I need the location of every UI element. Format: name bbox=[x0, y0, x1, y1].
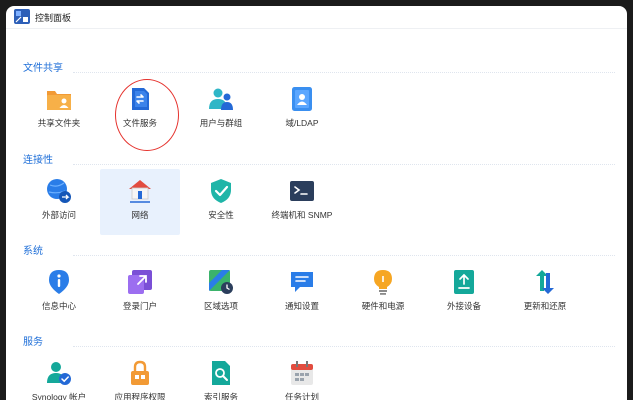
section-divider bbox=[73, 72, 615, 73]
tile-label: 任务计划 bbox=[284, 392, 319, 400]
tile-regional-options[interactable]: 区域选项 bbox=[181, 260, 261, 326]
tile-label: 终端机和 SNMP bbox=[271, 210, 333, 220]
window-title: 控制面板 bbox=[35, 13, 72, 23]
tile-user-group[interactable]: 用户与群组 bbox=[181, 77, 261, 143]
tile-shared-folder[interactable]: 共享文件夹 bbox=[19, 77, 99, 143]
tile-notification[interactable]: 通知设置 bbox=[262, 260, 342, 326]
synology-account-icon bbox=[47, 362, 71, 385]
domain-ldap-icon bbox=[292, 87, 312, 111]
tile-label: 域/LDAP bbox=[285, 118, 319, 128]
regional-options-icon bbox=[209, 270, 233, 294]
tile-security[interactable]: 安全性 bbox=[181, 169, 261, 235]
tile-task-scheduler[interactable]: 任务计划 bbox=[262, 351, 342, 400]
tile-terminal-snmp[interactable]: 终端机和 SNMP bbox=[262, 169, 342, 235]
section-title-file-sharing: 文件共享 bbox=[23, 63, 63, 74]
login-portal-icon bbox=[128, 270, 152, 294]
tile-domain-ldap[interactable]: 域/LDAP bbox=[262, 77, 342, 143]
control-panel-app-icon bbox=[14, 9, 30, 24]
tile-label: 更新和还原 bbox=[523, 301, 567, 311]
network-icon bbox=[129, 180, 151, 203]
title-bar: 控制面板 bbox=[6, 6, 627, 29]
section-title-connectivity: 连接性 bbox=[23, 155, 53, 166]
tile-external-access[interactable]: 外部访问 bbox=[19, 169, 99, 235]
indexing-service-icon bbox=[212, 361, 230, 385]
tile-external-devices[interactable]: 外接设备 bbox=[424, 260, 504, 326]
tile-network[interactable]: 网络 bbox=[100, 169, 180, 235]
highlight-circle-annotation bbox=[115, 79, 179, 151]
info-center-icon bbox=[49, 270, 69, 294]
tile-update-restore[interactable]: 更新和还原 bbox=[505, 260, 585, 326]
section-title-services: 服务 bbox=[23, 337, 43, 348]
terminal-icon bbox=[290, 181, 314, 201]
update-restore-icon bbox=[536, 270, 554, 294]
notification-icon bbox=[291, 272, 313, 292]
section-title-system: 系统 bbox=[23, 246, 43, 257]
tile-synology-account[interactable]: Synology 帐户 bbox=[19, 351, 99, 400]
tile-hardware-power[interactable]: 硬件和电源 bbox=[343, 260, 423, 326]
security-shield-icon bbox=[211, 179, 231, 203]
tile-info-center[interactable]: 信息中心 bbox=[19, 260, 99, 326]
shared-folder-icon bbox=[47, 91, 71, 110]
app-privileges-icon bbox=[131, 360, 149, 385]
section-divider bbox=[73, 346, 615, 347]
tile-app-privileges[interactable]: 应用程序权限 bbox=[100, 351, 180, 400]
external-access-icon bbox=[47, 179, 71, 203]
task-scheduler-icon bbox=[291, 361, 313, 385]
user-group-icon bbox=[209, 88, 233, 110]
external-devices-icon bbox=[454, 270, 474, 294]
hardware-power-icon bbox=[374, 270, 392, 295]
tile-indexing-service[interactable]: 索引服务 bbox=[181, 351, 261, 400]
tile-login-portal[interactable]: 登录门户 bbox=[100, 260, 180, 326]
section-divider bbox=[73, 164, 615, 165]
section-divider bbox=[73, 255, 615, 256]
control-panel-window: 控制面板 文件共享 共享文件夹 文件服务 用户与群组 域/LDAP 连接性 外部… bbox=[6, 6, 627, 400]
